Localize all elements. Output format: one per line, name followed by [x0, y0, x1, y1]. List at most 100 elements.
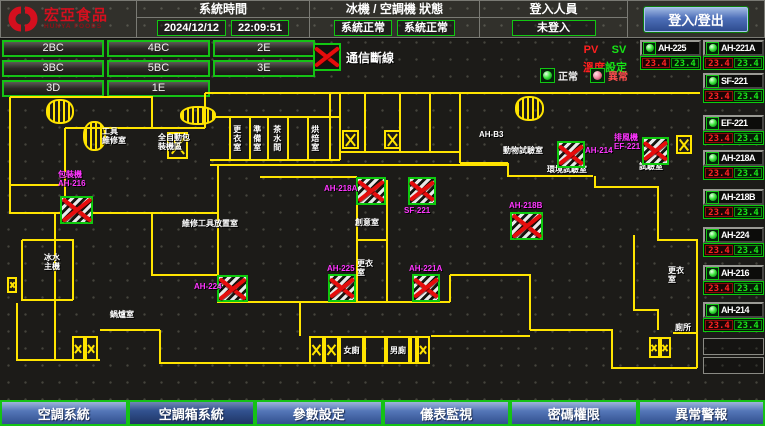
- system-time-section: 系統時間 2024/12/12 22:09:51: [137, 0, 310, 38]
- date-display: 2024/12/12: [157, 20, 226, 36]
- cross-box-icon: [85, 336, 98, 361]
- comm-loss-legend: 通信斷線: [313, 43, 394, 71]
- unit-led-icon: [706, 267, 719, 280]
- unit-name: SF-221: [721, 76, 748, 86]
- abnormal-led-icon: [590, 68, 605, 83]
- room-box: [364, 336, 386, 364]
- nav-button-空調系統[interactable]: 空調系統: [0, 400, 128, 426]
- normal-label: 正常: [558, 68, 578, 83]
- unit-ah-218a[interactable]: AH-218A: [703, 150, 764, 166]
- room-label: AH-B3: [479, 131, 503, 140]
- unit-name: AH-221A: [721, 43, 755, 53]
- unit-ah-214-values: 23.423.4: [703, 318, 764, 332]
- floor-button-5bc[interactable]: 5BC: [107, 60, 209, 77]
- comm-loss-label: 通信斷線: [346, 49, 394, 66]
- ahu-device-offline-icon[interactable]: [408, 177, 436, 205]
- ahu-device-offline-icon[interactable]: [642, 137, 669, 165]
- pv-label: PV: [584, 44, 599, 56]
- ahu-device-offline-icon[interactable]: [328, 274, 356, 302]
- floor-button-3e[interactable]: 3E: [213, 60, 315, 77]
- room-label: 冰水 主機: [44, 254, 60, 272]
- cross-box-icon: [676, 135, 692, 154]
- unit-sf-221-values: 23.423.4: [703, 89, 764, 103]
- unit-ah-218b[interactable]: AH-218B: [703, 189, 764, 205]
- unit-ef-221[interactable]: EF-221: [703, 115, 764, 131]
- unit-sv-value: 23.4: [734, 207, 762, 217]
- unit-name: AH-225: [658, 43, 686, 53]
- comm-loss-icon: [313, 43, 341, 71]
- unit-ah-225[interactable]: AH-225: [640, 40, 701, 56]
- abnormal-label: 異常: [608, 68, 628, 83]
- nav-button-儀表監視[interactable]: 儀表監視: [383, 400, 511, 426]
- nav-button-異常警報[interactable]: 異常警報: [638, 400, 765, 426]
- room-label: 烘焙室: [310, 125, 319, 152]
- unit-ah-216[interactable]: AH-216: [703, 265, 764, 281]
- nav-button-密碼權限[interactable]: 密碼權限: [510, 400, 638, 426]
- machine-status-label: 冰機 / 空調機 狀態: [310, 1, 479, 18]
- unit-ah-225-values: 23.423.4: [640, 56, 701, 70]
- normal-led-icon: [540, 68, 555, 83]
- status-led-legend: 正常 異常: [540, 68, 628, 83]
- room-box: 男廁: [386, 336, 410, 364]
- ahu-device-label: 包裝機 AH-216: [58, 170, 86, 188]
- cross-box-icon: [309, 336, 324, 364]
- unit-ah-221a-values: 23.423.4: [703, 56, 764, 70]
- unit-ah-214[interactable]: AH-214: [703, 302, 764, 318]
- unit-pv-value: 23.4: [705, 58, 733, 68]
- unit-name: AH-224: [721, 230, 749, 240]
- unit-sv-value: 23.4: [734, 91, 762, 101]
- time-display: 22:09:51: [231, 20, 289, 36]
- stairs-icon: [46, 99, 74, 124]
- unit-name: AH-218A: [721, 153, 755, 163]
- chiller-status: 系統正常: [334, 20, 392, 36]
- unit-ah-221a[interactable]: AH-221A: [703, 40, 764, 56]
- unit-slot-empty: [703, 338, 764, 355]
- ahu-device-label: AH-218B: [509, 201, 542, 210]
- stairs-icon: [515, 96, 544, 121]
- ahu-device-offline-icon[interactable]: [510, 212, 543, 240]
- unit-led-icon: [706, 191, 719, 204]
- unit-sv-value: 23.4: [734, 133, 762, 143]
- room-label: 更衣室: [232, 125, 241, 152]
- unit-sf-221[interactable]: SF-221: [703, 73, 764, 89]
- floor-button-2e[interactable]: 2E: [213, 40, 315, 57]
- unit-ef-221-values: 23.423.4: [703, 131, 764, 145]
- room-label: 準備室: [252, 125, 261, 152]
- login-user-label: 登入人員: [480, 1, 627, 18]
- unit-led-icon: [706, 152, 719, 165]
- unit-pv-value: 23.4: [642, 58, 670, 68]
- floor-plan-map: 女廁男廁工具 維修室全自動包 裝機區更衣室準備室茶水間烘焙室AH-B3動物試驗室…: [0, 88, 712, 398]
- unit-led-icon: [706, 117, 719, 130]
- unit-ah-218b-values: 23.423.4: [703, 205, 764, 219]
- unit-sv-value: 23.4: [734, 58, 762, 68]
- ahu-device-label: 排風機 EF-221: [614, 133, 640, 151]
- room-label: 更衣 室: [668, 267, 684, 285]
- cross-box-icon: [342, 130, 359, 149]
- room-label: 鍋爐室: [110, 311, 134, 320]
- ahu-device-offline-icon[interactable]: [412, 274, 440, 302]
- nav-button-參數設定[interactable]: 參數設定: [255, 400, 383, 426]
- cross-box-icon: [649, 337, 660, 358]
- floor-button-3bc[interactable]: 3BC: [2, 60, 104, 77]
- unit-led-icon: [643, 42, 656, 55]
- login-logout-button[interactable]: 登入/登出: [644, 7, 748, 32]
- ahu-device-offline-icon[interactable]: [356, 177, 386, 205]
- stairs-icon: [180, 106, 216, 125]
- room-label: 茶水間: [272, 125, 281, 152]
- floor-button-4bc[interactable]: 4BC: [107, 40, 209, 57]
- room-box: 女廁: [339, 336, 364, 364]
- unit-slot-empty: [703, 357, 764, 374]
- unit-name: AH-214: [721, 305, 749, 315]
- floor-button-2bc[interactable]: 2BC: [2, 40, 104, 57]
- ahu-device-label: AH-221A: [409, 264, 442, 273]
- cross-box-icon: [660, 337, 671, 358]
- ahu-device-offline-icon[interactable]: [60, 196, 93, 224]
- ahu-device-offline-icon[interactable]: [557, 141, 585, 168]
- cross-box-icon: [72, 336, 85, 361]
- machine-status-section: 冰機 / 空調機 狀態 系統正常 系統正常: [310, 0, 480, 38]
- logo: 宏亞食品 HUNYA FOODS: [0, 0, 137, 38]
- room-label: 動物試驗室: [503, 147, 543, 156]
- unit-ah-224[interactable]: AH-224: [703, 227, 764, 243]
- unit-sv-value: 23.4: [671, 58, 699, 68]
- nav-button-空調箱系統[interactable]: 空調箱系統: [128, 400, 256, 426]
